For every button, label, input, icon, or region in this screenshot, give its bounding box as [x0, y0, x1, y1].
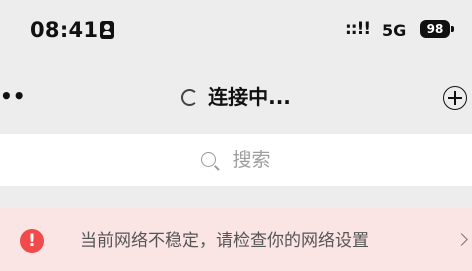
network-warning-banner[interactable]: ! 当前网络不稳定，请检查你的网络设置 — [0, 208, 472, 271]
battery-icon: 98 — [420, 20, 454, 38]
add-icon[interactable] — [443, 86, 467, 110]
status-time: 08:41 — [30, 18, 99, 42]
warning-message: 当前网络不稳定，请检查你的网络设置 — [80, 231, 369, 251]
contact-card-icon — [100, 21, 114, 39]
nav-bar: •• 连接中... — [0, 72, 472, 124]
page-title: 连接中... — [208, 85, 291, 109]
search-placeholder: 搜索 — [232, 149, 271, 171]
search-content: 搜索 — [0, 145, 472, 175]
loading-spinner-icon — [181, 88, 199, 106]
signal-strength-icon: ::!! — [345, 19, 371, 39]
chevron-right-icon — [455, 233, 468, 246]
search-bar[interactable]: 搜索 — [0, 134, 472, 186]
title-wrap: 连接中... — [0, 82, 472, 112]
battery-level: 98 — [426, 22, 444, 36]
alert-icon: ! — [20, 229, 44, 253]
search-icon — [201, 151, 218, 169]
network-type: 5G — [382, 21, 407, 40]
status-bar: 08:41 ::!! 5G 98 — [0, 0, 472, 66]
